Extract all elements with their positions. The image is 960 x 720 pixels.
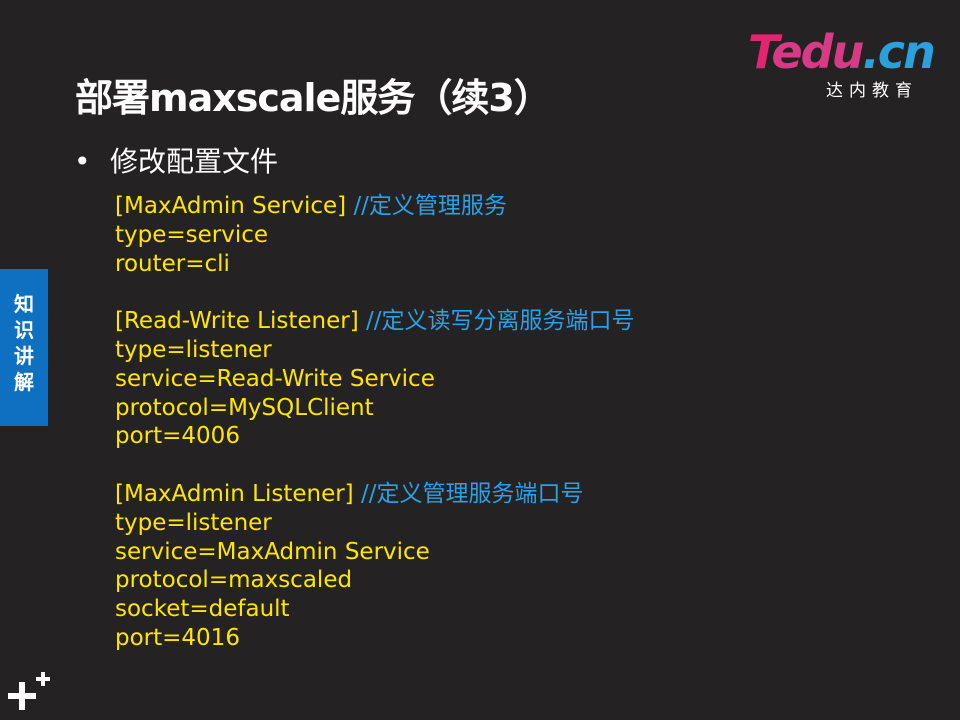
config-line: type=service [115, 221, 635, 250]
config-line: service=Read-Write Service [115, 365, 635, 394]
config-line: router=cli [115, 250, 635, 279]
config-line: socket=default [115, 595, 635, 624]
side-tab-char: 识 [14, 318, 34, 342]
config-block: [MaxAdmin Service] //定义管理服务 type=service r… [115, 192, 635, 653]
config-line: type=listener [115, 336, 635, 365]
config-code: type=listener [115, 509, 272, 536]
config-line: [MaxAdmin Listener] //定义管理服务端口号 [115, 480, 635, 509]
side-tab-label: 知识讲解 [0, 291, 48, 395]
config-code: [MaxAdmin Listener] [115, 480, 361, 507]
tedu-logo: Tedu.cn 达内教育 [748, 25, 938, 101]
logo-letters-cn: .cn [862, 25, 935, 79]
config-line [115, 278, 635, 307]
config-line: [Read-Write Listener] //定义读写分离服务端口号 [115, 307, 635, 336]
config-code: service=Read-Write Service [115, 365, 435, 392]
logo-letters-edu: edu [771, 25, 864, 79]
config-code: service=MaxAdmin Service [115, 538, 430, 565]
config-line: port=4016 [115, 624, 635, 653]
config-code: protocol=maxscaled [115, 567, 353, 594]
logo-wordmark: Tedu.cn [748, 25, 936, 79]
side-tab: 知识讲解 [0, 269, 48, 426]
config-code: router=cli [115, 250, 230, 277]
config-code: port=4016 [115, 624, 240, 651]
bullet-marker: • [74, 145, 91, 178]
slide: Tedu.cn 达内教育 部署maxscale服务（续3） • 修改配置文件 [M… [0, 0, 960, 720]
config-comment: //定义管理服务 [353, 193, 507, 219]
config-line: service=MaxAdmin Service [115, 538, 635, 567]
side-tab-char: 知 [14, 292, 34, 316]
config-code: [Read-Write Listener] [115, 308, 366, 335]
side-tab-char: 讲 [14, 344, 34, 368]
config-code: [MaxAdmin Service] [115, 193, 354, 219]
config-code: protocol=MySQLClient [115, 394, 374, 421]
config-code: type=service [115, 221, 269, 248]
config-code: port=4006 [115, 423, 240, 450]
bullet-text: 修改配置文件 [110, 145, 279, 178]
logo-letter-t: T [748, 25, 773, 79]
config-line: type=listener [115, 509, 635, 538]
config-line: protocol=MySQLClient [115, 394, 635, 423]
plus-plus-icon [8, 672, 50, 710]
bullet-item: • 修改配置文件 [74, 142, 278, 182]
config-comment: //定义管理服务端口号 [360, 480, 584, 507]
config-line: port=4006 [115, 422, 635, 451]
config-line: [MaxAdmin Service] //定义管理服务 [115, 192, 635, 221]
side-tab-char: 解 [14, 370, 34, 394]
slide-title: 部署maxscale服务（续3） [75, 76, 552, 120]
config-comment: //定义读写分离服务端口号 [366, 308, 635, 335]
config-line [115, 451, 635, 480]
logo-subtitle: 达内教育 [826, 81, 918, 101]
config-code: socket=default [115, 596, 290, 623]
config-code: type=listener [115, 336, 272, 363]
config-line: protocol=maxscaled [115, 566, 635, 595]
